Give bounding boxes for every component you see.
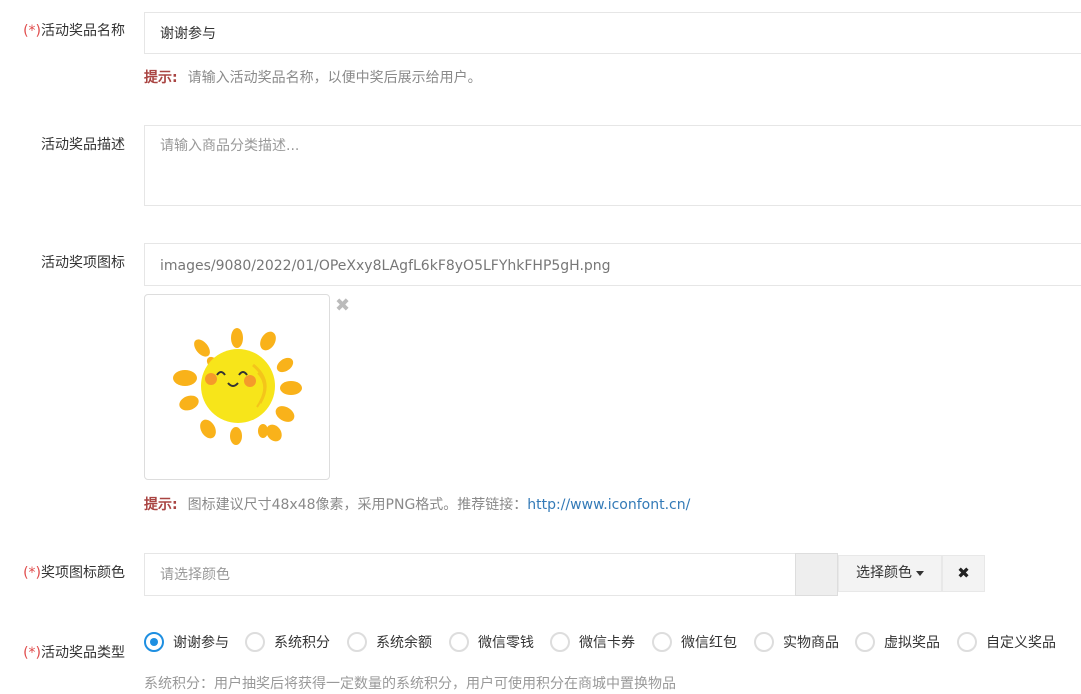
caret-down-icon — [916, 570, 924, 576]
remove-icon-button[interactable]: ✖ — [335, 296, 350, 316]
radio-circle — [855, 632, 875, 652]
icon-preview — [144, 294, 330, 480]
prize-icon-hint: 提示: 图标建议尺寸48x48像素，采用PNG格式。推荐链接：http://www… — [144, 497, 691, 513]
iconfont-link[interactable]: http://www.iconfont.cn/ — [527, 497, 690, 513]
radio-circle — [144, 632, 164, 652]
radio-circle — [754, 632, 774, 652]
radio-circle — [550, 632, 570, 652]
color-swatch[interactable] — [795, 553, 838, 596]
prize-icon-path-input[interactable]: images/9080/2022/01/OPeXxy8LAgfL6kF8yO5L… — [144, 243, 1081, 286]
icon-color-input[interactable]: 请选择颜色 — [144, 553, 796, 596]
radio-circle — [245, 632, 265, 652]
prize-type-label: (*)活动奖品类型 — [23, 645, 125, 661]
choose-color-button[interactable]: 选择颜色 — [838, 555, 942, 592]
prize-name-label: (*)活动奖品名称 — [23, 23, 125, 39]
prize-name-input[interactable]: 谢谢参与 — [144, 12, 1081, 54]
required-mark: (*) — [23, 645, 41, 661]
radio-circle — [449, 632, 469, 652]
required-mark: (*) — [23, 23, 41, 39]
radio-circle — [957, 632, 977, 652]
radio-circle — [347, 632, 367, 652]
prize-description-textarea[interactable]: 请输入商品分类描述... — [144, 125, 1081, 206]
prize-description-label: 活动奖品描述 — [41, 137, 125, 153]
radio-circle — [652, 632, 672, 652]
prize-name-hint: 提示: 请输入活动奖品名称，以便中奖后展示给用户。 — [144, 70, 482, 86]
clear-color-button[interactable]: ✖ — [942, 555, 985, 592]
required-mark: (*) — [23, 565, 41, 581]
prize-icon-label: 活动奖项图标 — [41, 255, 125, 271]
prize-type-note: 系统积分：用户抽奖后将获得一定数量的系统积分，用户可使用积分在商城中置换物品 — [144, 676, 676, 692]
icon-color-label: (*)奖项图标颜色 — [23, 565, 125, 581]
sun-icon — [173, 328, 302, 445]
